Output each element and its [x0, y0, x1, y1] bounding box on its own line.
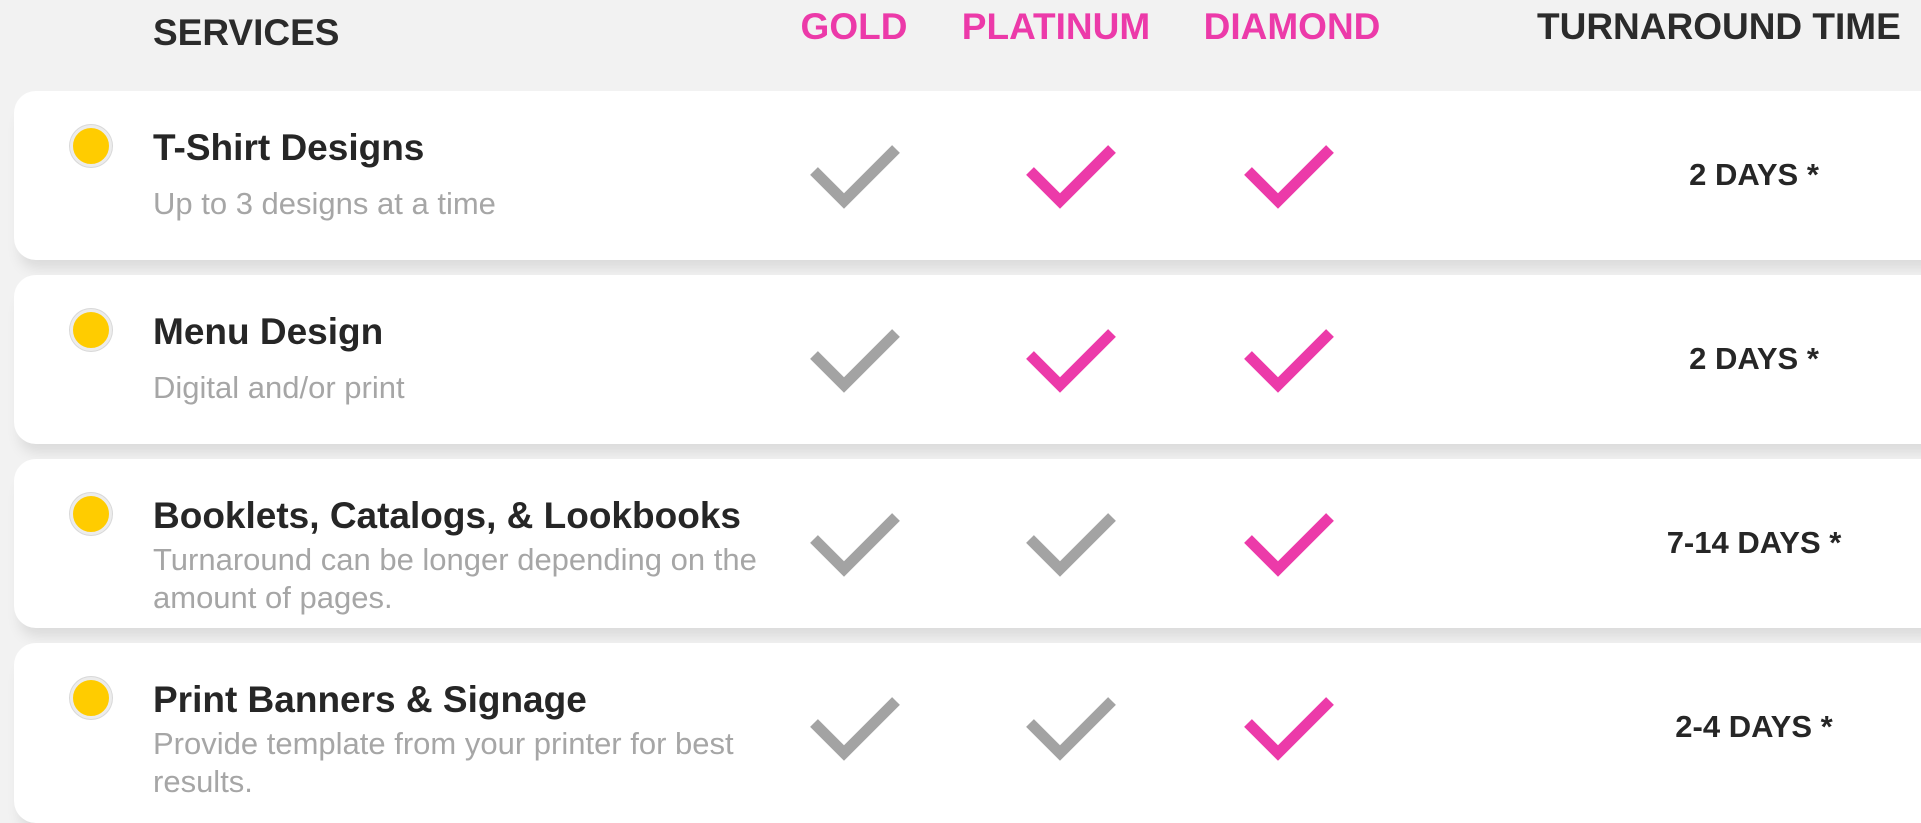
service-row-print-banners: Print Banners & Signage Provide template…: [14, 643, 1921, 823]
service-description: Up to 3 designs at a time: [153, 186, 496, 221]
services-column-header: SERVICES: [153, 12, 340, 53]
diamond-check-icon: [1242, 141, 1336, 211]
platinum-check-icon: [1024, 693, 1118, 763]
turnaround-column-header: TURNAROUND TIME: [1537, 6, 1901, 47]
bullet-dot-icon: [70, 309, 112, 351]
turnaround-value: 7-14 DAYS *: [1666, 525, 1842, 560]
gold-check-icon: [808, 693, 902, 763]
diamond-check-icon: [1242, 325, 1336, 395]
turnaround-value: 2 DAYS *: [1689, 341, 1819, 376]
gold-check-icon: [808, 141, 902, 211]
service-row-booklets: Booklets, Catalogs, & Lookbooks Turnarou…: [14, 459, 1921, 628]
diamond-column-header: DIAMOND: [1203, 6, 1381, 47]
service-row-tshirt-designs: T-Shirt Designs Up to 3 designs at a tim…: [14, 91, 1921, 260]
gold-check-icon: [808, 509, 902, 579]
service-description: Digital and/or print: [153, 370, 405, 405]
platinum-column-header: PLATINUM: [961, 6, 1151, 47]
turnaround-value: 2-4 DAYS *: [1675, 709, 1833, 744]
platinum-check-icon: [1024, 141, 1118, 211]
service-row-menu-design: Menu Design Digital and/or print 2 DAYS …: [14, 275, 1921, 444]
service-title: Booklets, Catalogs, & Lookbooks: [153, 495, 741, 536]
bullet-dot-icon: [70, 677, 112, 719]
bullet-dot-icon: [70, 493, 112, 535]
platinum-check-icon: [1024, 509, 1118, 579]
table-header: SERVICES GOLD PLATINUM DIAMOND TURNAROUN…: [0, 0, 1921, 70]
service-description: Turnaround can be longer depending on th…: [153, 542, 757, 615]
turnaround-value: 2 DAYS *: [1689, 157, 1819, 192]
diamond-check-icon: [1242, 693, 1336, 763]
platinum-check-icon: [1024, 325, 1118, 395]
service-description: Provide template from your printer for b…: [153, 726, 734, 799]
gold-column-header: GOLD: [800, 6, 908, 47]
bullet-dot-icon: [70, 125, 112, 167]
service-title: T-Shirt Designs: [153, 127, 425, 168]
gold-check-icon: [808, 325, 902, 395]
service-title: Menu Design: [153, 311, 384, 352]
service-title: Print Banners & Signage: [153, 679, 587, 720]
diamond-check-icon: [1242, 509, 1336, 579]
